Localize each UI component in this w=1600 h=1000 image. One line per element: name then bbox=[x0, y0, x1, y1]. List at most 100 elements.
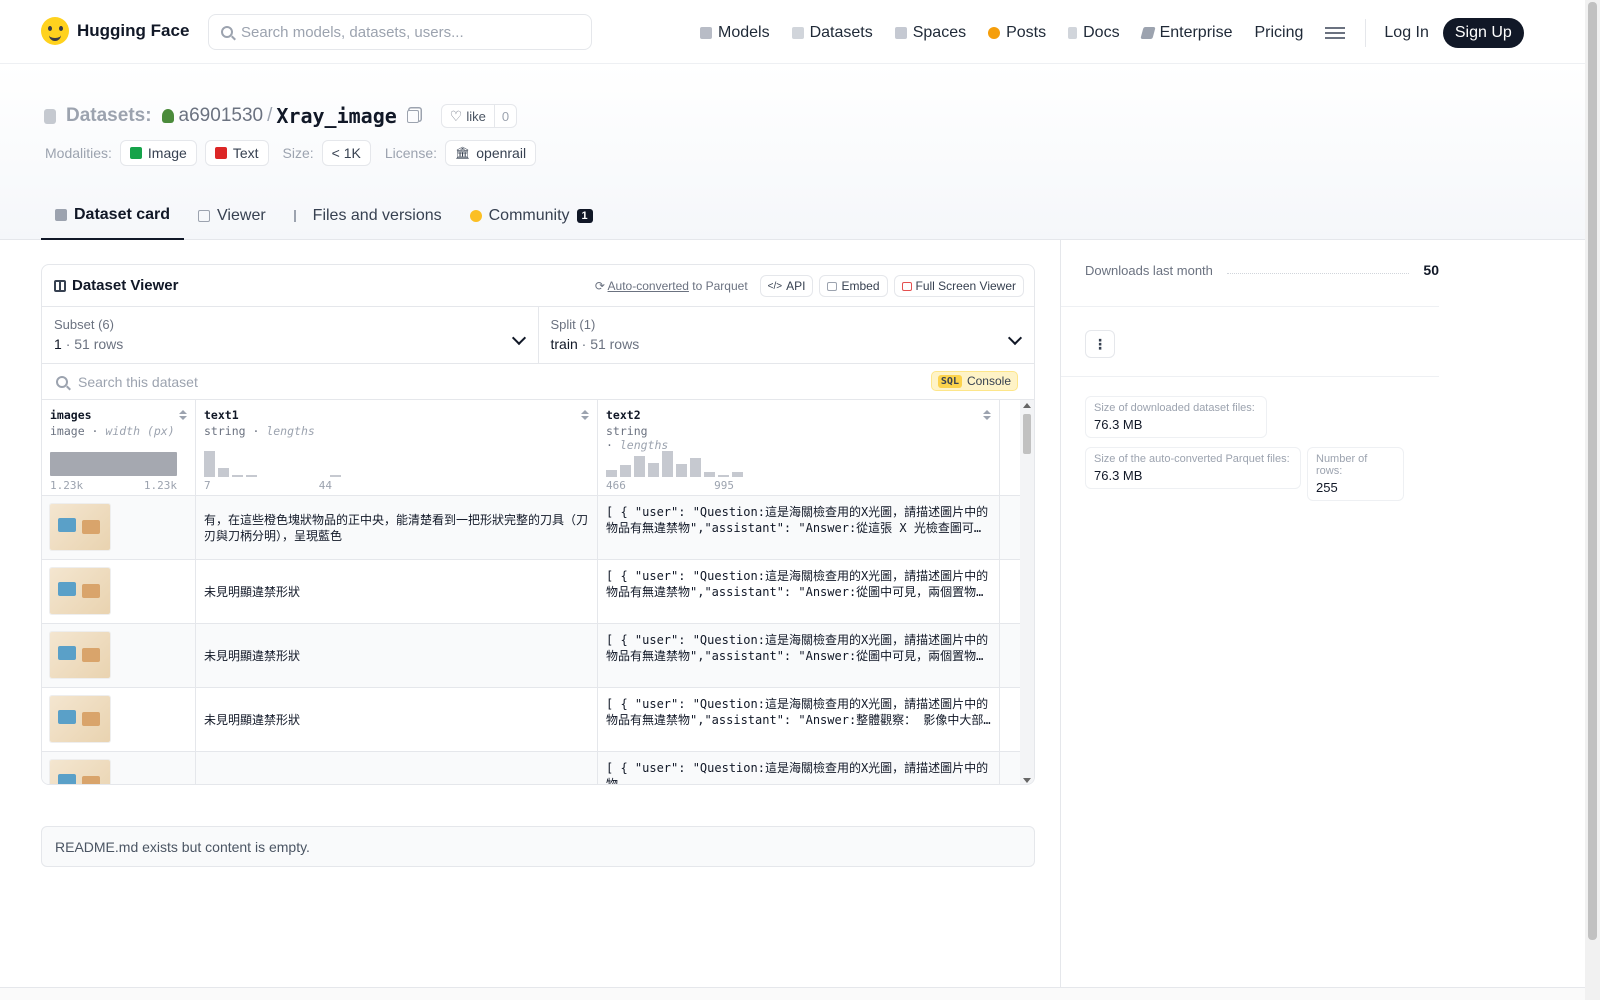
text1-cell[interactable]: 有，在這些橙色塊狀物品的正中央，能清楚看到一把形狀完整的刀具（刀刃與刀柄分明），… bbox=[196, 496, 598, 559]
image-cell[interactable] bbox=[42, 560, 196, 623]
community-icon bbox=[469, 210, 482, 222]
embed-button[interactable]: Embed bbox=[819, 275, 888, 297]
column-header-text1[interactable]: text1 string · lengths 7 44 bbox=[196, 400, 598, 495]
text2-cell[interactable]: [ { "user": "Question:這是海關檢查用的X光圖，請描述圖片中… bbox=[598, 560, 1000, 623]
brand-logo[interactable]: Hugging Face bbox=[41, 17, 189, 45]
sql-console-button[interactable]: SQL Console bbox=[930, 371, 1018, 391]
table-row[interactable]: [ { "user": "Question:這是海關檢查用的X光圖，請描述圖片中… bbox=[42, 752, 1020, 784]
tab-community[interactable]: Community 1 bbox=[456, 192, 607, 240]
tab-files[interactable]: Files and versions bbox=[280, 192, 456, 240]
downloads-sparkline bbox=[1226, 266, 1410, 274]
text1-cell[interactable]: 未見明顯違禁形狀 bbox=[196, 624, 598, 687]
download-size-stat: Size of downloaded dataset files: 76.3 M… bbox=[1085, 396, 1267, 438]
dataset-icon bbox=[44, 108, 56, 124]
size-tag[interactable]: < 1K bbox=[321, 140, 371, 166]
owner-link[interactable]: a6901530 bbox=[179, 105, 264, 127]
nav-pricing[interactable]: Pricing bbox=[1254, 24, 1303, 42]
dataset-search-input[interactable]: Search this dataset SQL Console bbox=[42, 364, 1034, 400]
subset-value: 1 bbox=[54, 336, 62, 352]
table-scrollbar[interactable] bbox=[1020, 400, 1034, 784]
xray-thumbnail[interactable] bbox=[50, 568, 110, 614]
histogram bbox=[606, 449, 743, 477]
text2-cell[interactable]: [ { "user": "Question:這是海關檢查用的X光圖，請描述圖片中… bbox=[598, 688, 1000, 751]
api-button[interactable]: </> API bbox=[759, 275, 814, 297]
dataset-card-icon bbox=[55, 209, 67, 221]
modality-image-label: Image bbox=[147, 145, 187, 161]
code-icon: </> bbox=[767, 280, 783, 292]
xray-thumbnail[interactable] bbox=[50, 504, 110, 550]
page-scrollbar[interactable] bbox=[1585, 0, 1600, 1000]
subset-select[interactable]: Subset (6) 1 · 51 rows bbox=[42, 307, 538, 363]
column-type: image bbox=[50, 424, 85, 438]
table-row[interactable]: 未見明顯違禁形狀 [ { "user": "Question:這是海關檢查用的X… bbox=[42, 688, 1020, 752]
table-row[interactable]: 未見明顯違禁形狀 [ { "user": "Question:這是海關檢查用的X… bbox=[42, 560, 1020, 624]
more-menu-icon[interactable] bbox=[1325, 27, 1346, 39]
image-cell[interactable] bbox=[42, 752, 196, 784]
dataset-name[interactable]: Xray_image bbox=[276, 104, 396, 128]
split-dot: · bbox=[581, 336, 587, 352]
text1-value: 未見明顯違禁形狀 bbox=[204, 712, 301, 727]
column-header-images[interactable]: images image · width (px) 1.23k 1.23k bbox=[42, 400, 196, 495]
subset-value-line: 1 · 51 rows bbox=[54, 336, 526, 352]
column-name: text1 bbox=[204, 408, 239, 422]
split-select[interactable]: Split (1) train · 51 rows bbox=[537, 307, 1035, 363]
text2-cell[interactable]: [ { "user": "Question:這是海關檢查用的X光圖，請描述圖片中… bbox=[598, 624, 1000, 687]
license-tag[interactable]: 🏛 openrail bbox=[445, 140, 537, 166]
table-row[interactable]: 未見明顯違禁形狀 [ { "user": "Question:這是海關檢查用的X… bbox=[42, 624, 1020, 688]
histogram-bin bbox=[732, 472, 743, 477]
enterprise-icon bbox=[1139, 27, 1156, 39]
column-header-text2[interactable]: text2 string · lengths 466 995 bbox=[598, 400, 1000, 495]
sort-icon[interactable] bbox=[983, 410, 991, 420]
global-search-input[interactable]: Search models, datasets, users... bbox=[208, 14, 592, 50]
modalities-label: Modalities: bbox=[45, 145, 112, 161]
xray-thumbnail[interactable] bbox=[50, 632, 110, 678]
column-stat: lengths bbox=[266, 424, 315, 438]
xray-thumbnail[interactable] bbox=[50, 696, 110, 742]
viewer-actions: ⟳ Auto-converted to Parquet </> API Embed… bbox=[595, 275, 1024, 297]
image-cell[interactable] bbox=[42, 496, 196, 559]
docs-icon bbox=[1068, 27, 1078, 39]
stat-label: Size of the auto-converted Parquet files… bbox=[1094, 453, 1290, 465]
text1-cell[interactable]: 未見明顯違禁形狀 bbox=[196, 688, 598, 751]
image-cell[interactable] bbox=[42, 688, 196, 751]
tab-viewer[interactable]: Viewer bbox=[184, 192, 280, 240]
like-button[interactable]: ♡ like 0 bbox=[440, 104, 518, 128]
text1-cell[interactable]: 未見明顯違禁形狀 bbox=[196, 560, 598, 623]
text2-cell[interactable]: [ { "user": "Question:這是海關檢查用的X光圖，請描述圖片中… bbox=[598, 752, 1000, 784]
text1-cell[interactable] bbox=[196, 752, 598, 784]
nav-docs[interactable]: Docs bbox=[1068, 24, 1120, 42]
more-options-button[interactable]: ⋮ bbox=[1085, 330, 1115, 358]
scroll-up-arrow[interactable] bbox=[1023, 403, 1031, 408]
viewer-title-label: Dataset Viewer bbox=[72, 277, 179, 294]
scrollbar-thumb[interactable] bbox=[1023, 414, 1031, 454]
modality-text-tag[interactable]: Text bbox=[204, 140, 269, 166]
text1-value: 未見明顯違禁形狀 bbox=[204, 584, 301, 599]
login-link[interactable]: Log In bbox=[1384, 24, 1428, 42]
embed-label: Embed bbox=[841, 279, 880, 293]
datasets-breadcrumb[interactable]: Datasets: bbox=[66, 105, 152, 127]
image-cell[interactable] bbox=[42, 624, 196, 687]
full-screen-viewer-button[interactable]: Full Screen Viewer bbox=[893, 275, 1024, 297]
text2-value: [ { "user": "Question:這是海關檢查用的X光圖，請描述圖片中… bbox=[606, 633, 989, 663]
table-row[interactable]: 有，在這些橙色塊狀物品的正中央，能清楚看到一把形狀完整的刀具（刀刃與刀柄分明），… bbox=[42, 496, 1020, 560]
nav-enterprise[interactable]: Enterprise bbox=[1139, 24, 1232, 42]
page-scrollbar-thumb[interactable] bbox=[1588, 2, 1597, 940]
nav-spaces-label: Spaces bbox=[912, 24, 967, 41]
downloads-stat: Downloads last month 50 bbox=[1085, 262, 1439, 278]
tab-viewer-label: Viewer bbox=[217, 207, 266, 224]
sort-icon[interactable] bbox=[179, 410, 187, 420]
copy-icon[interactable] bbox=[406, 109, 419, 123]
signup-button[interactable]: Sign Up bbox=[1442, 18, 1524, 48]
tab-dataset-card[interactable]: Dataset card bbox=[41, 192, 185, 240]
dataset-tabs: Dataset card Viewer Files and versions C… bbox=[41, 192, 607, 240]
xray-thumbnail[interactable] bbox=[50, 760, 110, 784]
nav-posts[interactable]: Posts bbox=[988, 24, 1046, 42]
nav-spaces[interactable]: Spaces bbox=[894, 24, 967, 42]
nav-models[interactable]: Models bbox=[700, 24, 770, 42]
sort-icon[interactable] bbox=[581, 410, 589, 420]
modality-image-tag[interactable]: Image bbox=[119, 140, 197, 166]
nav-datasets[interactable]: Datasets bbox=[791, 24, 873, 42]
text2-cell[interactable]: [ { "user": "Question:這是海關檢查用的X光圖，請描述圖片中… bbox=[598, 496, 1000, 559]
auto-converted-link[interactable]: ⟳ Auto-converted to Parquet bbox=[595, 279, 748, 293]
scroll-down-arrow[interactable] bbox=[1023, 778, 1031, 783]
